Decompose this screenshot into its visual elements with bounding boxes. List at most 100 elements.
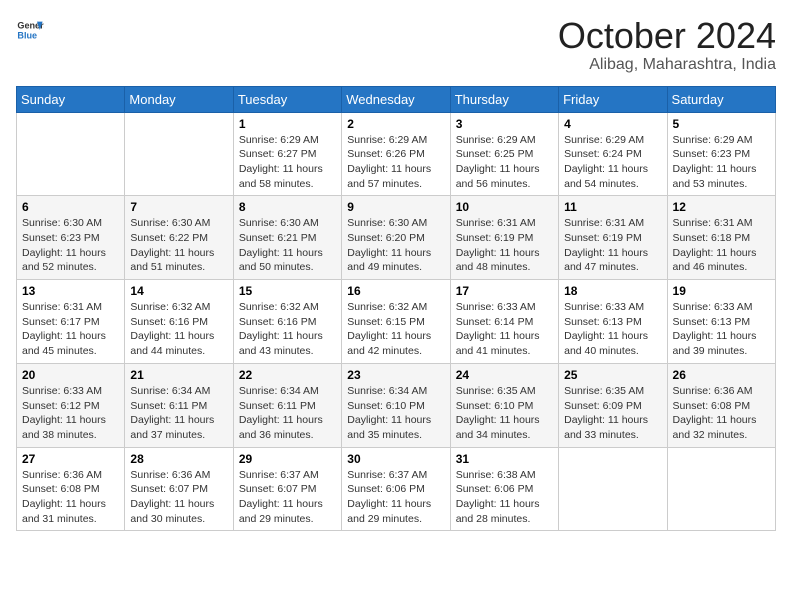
day-number: 10 [456,200,553,214]
calendar-day-cell [667,447,775,531]
calendar-day-cell: 29 Sunrise: 6:37 AM Sunset: 6:07 PM Dayli… [233,447,341,531]
day-info: Sunrise: 6:35 AM Sunset: 6:10 PM Dayligh… [456,384,553,443]
svg-text:Blue: Blue [17,30,37,40]
day-info: Sunrise: 6:30 AM Sunset: 6:23 PM Dayligh… [22,216,119,275]
calendar-day-cell: 11 Sunrise: 6:31 AM Sunset: 6:19 PM Dayli… [559,196,667,280]
calendar-day-cell: 6 Sunrise: 6:30 AM Sunset: 6:23 PM Daylig… [17,196,125,280]
day-number: 11 [564,200,661,214]
day-number: 22 [239,368,336,382]
weekday-header: Thursday [450,86,558,112]
calendar-week-row: 1 Sunrise: 6:29 AM Sunset: 6:27 PM Daylig… [17,112,776,196]
day-info: Sunrise: 6:36 AM Sunset: 6:07 PM Dayligh… [130,468,227,527]
day-number: 2 [347,117,444,131]
day-info: Sunrise: 6:31 AM Sunset: 6:19 PM Dayligh… [456,216,553,275]
calendar-table: SundayMondayTuesdayWednesdayThursdayFrid… [16,86,776,532]
day-info: Sunrise: 6:32 AM Sunset: 6:15 PM Dayligh… [347,300,444,359]
day-info: Sunrise: 6:33 AM Sunset: 6:14 PM Dayligh… [456,300,553,359]
calendar-day-cell: 22 Sunrise: 6:34 AM Sunset: 6:11 PM Dayli… [233,363,341,447]
day-number: 19 [673,284,770,298]
day-number: 5 [673,117,770,131]
day-number: 16 [347,284,444,298]
day-info: Sunrise: 6:32 AM Sunset: 6:16 PM Dayligh… [130,300,227,359]
weekday-header: Monday [125,86,233,112]
day-info: Sunrise: 6:29 AM Sunset: 6:27 PM Dayligh… [239,133,336,192]
day-info: Sunrise: 6:34 AM Sunset: 6:10 PM Dayligh… [347,384,444,443]
calendar-day-cell: 19 Sunrise: 6:33 AM Sunset: 6:13 PM Dayli… [667,280,775,364]
day-info: Sunrise: 6:29 AM Sunset: 6:25 PM Dayligh… [456,133,553,192]
day-info: Sunrise: 6:31 AM Sunset: 6:18 PM Dayligh… [673,216,770,275]
day-number: 3 [456,117,553,131]
day-info: Sunrise: 6:37 AM Sunset: 6:07 PM Dayligh… [239,468,336,527]
day-info: Sunrise: 6:34 AM Sunset: 6:11 PM Dayligh… [130,384,227,443]
calendar-day-cell: 5 Sunrise: 6:29 AM Sunset: 6:23 PM Daylig… [667,112,775,196]
calendar-day-cell: 9 Sunrise: 6:30 AM Sunset: 6:20 PM Daylig… [342,196,450,280]
calendar-day-cell: 17Sunrise: 6:33 AM Sunset: 6:14 PM Dayli… [450,280,558,364]
day-info: Sunrise: 6:37 AM Sunset: 6:06 PM Dayligh… [347,468,444,527]
calendar-day-cell: 12 Sunrise: 6:31 AM Sunset: 6:18 PM Dayli… [667,196,775,280]
day-info: Sunrise: 6:31 AM Sunset: 6:17 PM Dayligh… [22,300,119,359]
month-title: October 2024 [558,16,776,56]
calendar-day-cell: 23 Sunrise: 6:34 AM Sunset: 6:10 PM Dayli… [342,363,450,447]
day-info: Sunrise: 6:33 AM Sunset: 6:12 PM Dayligh… [22,384,119,443]
calendar-day-cell: 30 Sunrise: 6:37 AM Sunset: 6:06 PM Dayli… [342,447,450,531]
calendar-day-cell: 16 Sunrise: 6:32 AM Sunset: 6:15 PM Dayli… [342,280,450,364]
day-number: 25 [564,368,661,382]
logo-icon: General Blue [16,16,44,44]
weekday-header: Friday [559,86,667,112]
calendar-day-cell: 28 Sunrise: 6:36 AM Sunset: 6:07 PM Dayli… [125,447,233,531]
day-number: 8 [239,200,336,214]
day-number: 30 [347,452,444,466]
day-number: 13 [22,284,119,298]
calendar-week-row: 20 Sunrise: 6:33 AM Sunset: 6:12 PM Dayli… [17,363,776,447]
calendar-day-cell: 2 Sunrise: 6:29 AM Sunset: 6:26 PM Daylig… [342,112,450,196]
day-info: Sunrise: 6:31 AM Sunset: 6:19 PM Dayligh… [564,216,661,275]
calendar-day-cell: 15 Sunrise: 6:32 AM Sunset: 6:16 PM Dayli… [233,280,341,364]
calendar-day-cell [559,447,667,531]
day-info: Sunrise: 6:35 AM Sunset: 6:09 PM Dayligh… [564,384,661,443]
logo: General Blue [16,16,44,44]
day-info: Sunrise: 6:36 AM Sunset: 6:08 PM Dayligh… [22,468,119,527]
location-title: Alibag, Maharashtra, India [558,56,776,74]
day-info: Sunrise: 6:29 AM Sunset: 6:26 PM Dayligh… [347,133,444,192]
day-number: 6 [22,200,119,214]
day-info: Sunrise: 6:33 AM Sunset: 6:13 PM Dayligh… [673,300,770,359]
day-info: Sunrise: 6:32 AM Sunset: 6:16 PM Dayligh… [239,300,336,359]
day-number: 15 [239,284,336,298]
calendar-day-cell: 7 Sunrise: 6:30 AM Sunset: 6:22 PM Daylig… [125,196,233,280]
calendar-day-cell: 4Sunrise: 6:29 AM Sunset: 6:24 PM Daylig… [559,112,667,196]
day-number: 26 [673,368,770,382]
day-number: 9 [347,200,444,214]
calendar-week-row: 13 Sunrise: 6:31 AM Sunset: 6:17 PM Dayli… [17,280,776,364]
calendar-day-cell: 27 Sunrise: 6:36 AM Sunset: 6:08 PM Dayli… [17,447,125,531]
day-info: Sunrise: 6:30 AM Sunset: 6:20 PM Dayligh… [347,216,444,275]
day-number: 4 [564,117,661,131]
day-number: 28 [130,452,227,466]
day-number: 27 [22,452,119,466]
page-header: General Blue October 2024 Alibag, Mahara… [16,16,776,74]
calendar-day-cell: 3 Sunrise: 6:29 AM Sunset: 6:25 PM Daylig… [450,112,558,196]
day-number: 20 [22,368,119,382]
day-number: 1 [239,117,336,131]
day-info: Sunrise: 6:30 AM Sunset: 6:21 PM Dayligh… [239,216,336,275]
day-info: Sunrise: 6:34 AM Sunset: 6:11 PM Dayligh… [239,384,336,443]
calendar-week-row: 27 Sunrise: 6:36 AM Sunset: 6:08 PM Dayli… [17,447,776,531]
calendar-day-cell: 14Sunrise: 6:32 AM Sunset: 6:16 PM Dayli… [125,280,233,364]
day-number: 23 [347,368,444,382]
calendar-day-cell: 21Sunrise: 6:34 AM Sunset: 6:11 PM Dayli… [125,363,233,447]
day-number: 12 [673,200,770,214]
day-info: Sunrise: 6:30 AM Sunset: 6:22 PM Dayligh… [130,216,227,275]
day-info: Sunrise: 6:33 AM Sunset: 6:13 PM Dayligh… [564,300,661,359]
calendar-day-cell: 13 Sunrise: 6:31 AM Sunset: 6:17 PM Dayli… [17,280,125,364]
calendar-day-cell: 18Sunrise: 6:33 AM Sunset: 6:13 PM Dayli… [559,280,667,364]
weekday-header: Tuesday [233,86,341,112]
day-number: 7 [130,200,227,214]
day-number: 29 [239,452,336,466]
weekday-header: Wednesday [342,86,450,112]
calendar-day-cell: 24 Sunrise: 6:35 AM Sunset: 6:10 PM Dayli… [450,363,558,447]
calendar-day-cell: 31Sunrise: 6:38 AM Sunset: 6:06 PM Dayli… [450,447,558,531]
day-number: 24 [456,368,553,382]
day-info: Sunrise: 6:29 AM Sunset: 6:23 PM Dayligh… [673,133,770,192]
calendar-day-cell: 10 Sunrise: 6:31 AM Sunset: 6:19 PM Dayli… [450,196,558,280]
day-info: Sunrise: 6:38 AM Sunset: 6:06 PM Dayligh… [456,468,553,527]
calendar-day-cell: 20 Sunrise: 6:33 AM Sunset: 6:12 PM Dayli… [17,363,125,447]
